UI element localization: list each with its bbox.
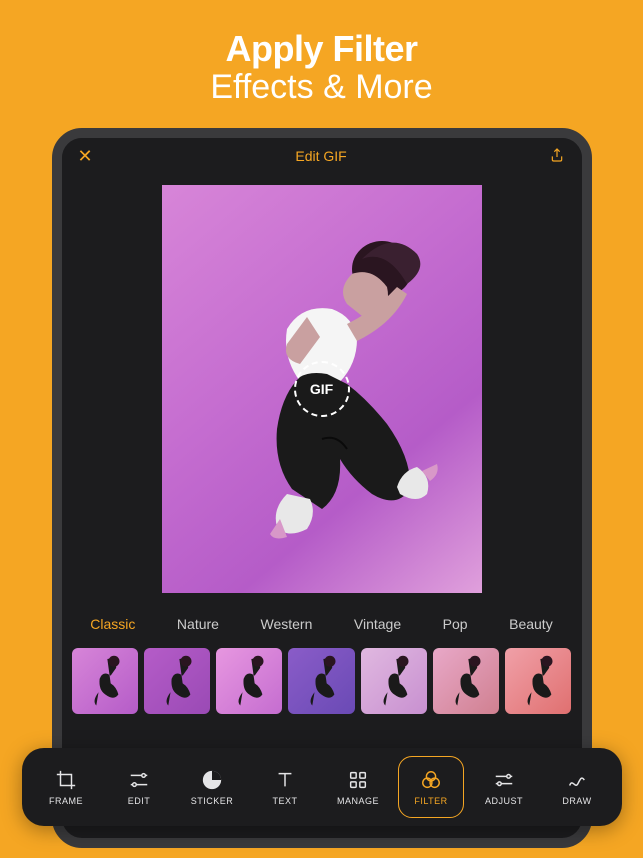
filter-thumb[interactable] [361,648,427,714]
filter-thumb[interactable] [433,648,499,714]
promo-headline: Apply Filter Effects & More [0,0,643,107]
tool-manage[interactable]: MANAGE [325,762,391,812]
canvas-area: GIF [62,174,582,604]
adjust-icon [492,768,516,792]
gif-badge[interactable]: GIF [294,361,350,417]
tool-edit[interactable]: EDIT [106,762,172,812]
tool-filter[interactable]: FILTER [398,756,464,818]
crop-icon [54,768,78,792]
headline-line2: Effects & More [0,68,643,107]
filter-cat-beauty[interactable]: Beauty [505,614,557,634]
tool-draw[interactable]: DRAW [544,762,610,812]
filter-thumb[interactable] [72,648,138,714]
filter-cat-western[interactable]: Western [256,614,316,634]
close-button[interactable]: ✕ [78,146,93,167]
filter-cat-vintage[interactable]: Vintage [350,614,405,634]
tool-frame[interactable]: FRAME [33,762,99,812]
tablet-frame: ✕ Edit GIF GIF [52,128,592,848]
filter-icon [419,768,443,792]
draw-icon [565,768,589,792]
filter-thumb[interactable] [144,648,210,714]
tool-text[interactable]: TEXT [252,762,318,812]
filter-thumb[interactable] [505,648,571,714]
filter-category-tabs: Classic Nature Western Vintage Pop Beaut… [62,604,582,640]
filter-cat-pop[interactable]: Pop [439,614,472,634]
sliders-icon [127,768,151,792]
bottom-toolbar: FRAME EDIT STICKER TEXT MANAGE FILTER AD… [22,748,622,826]
tool-adjust[interactable]: ADJUST [471,762,537,812]
filter-thumbnails [62,640,582,728]
filter-cat-classic[interactable]: Classic [86,614,139,634]
grid-icon [346,768,370,792]
sticker-icon [200,768,224,792]
filter-cat-nature[interactable]: Nature [173,614,223,634]
headline-line1: Apply Filter [0,28,643,70]
filter-thumb[interactable] [216,648,282,714]
share-button[interactable] [549,147,565,166]
editor-topbar: ✕ Edit GIF [62,138,582,174]
filter-thumb[interactable] [288,648,354,714]
tool-sticker[interactable]: STICKER [179,762,245,812]
preview-image[interactable]: GIF [162,185,482,593]
text-icon [273,768,297,792]
screen-title: Edit GIF [295,148,346,164]
